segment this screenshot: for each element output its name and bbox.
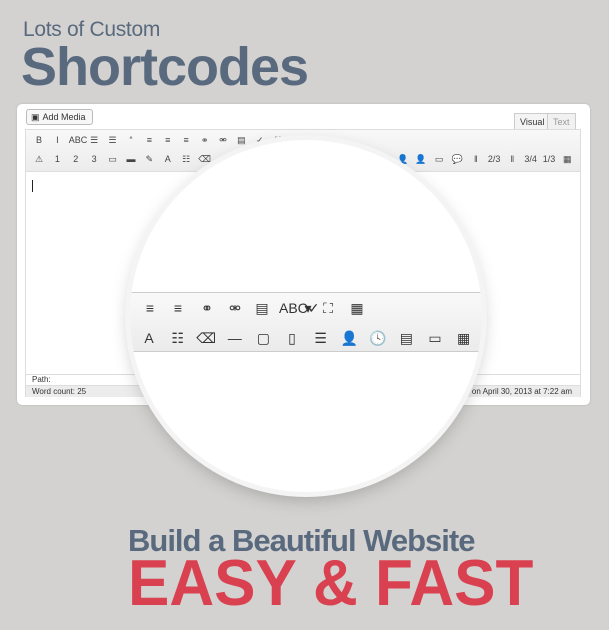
numbered-list-icon[interactable]: ☰ <box>106 134 120 146</box>
column-icon[interactable]: 1/3 <box>542 153 556 165</box>
tab-text[interactable]: Text <box>547 113 576 129</box>
eraser-icon[interactable]: ⌫ <box>195 329 217 347</box>
column-half-icon[interactable]: ‖ <box>469 153 483 165</box>
add-media-label: Add Media <box>42 112 86 122</box>
magnifier-circle: ≡ ≡ ⚭ ⚮ ▤ ABC✓ ▾ ⛶ ▦ A ☷ ⌫ — ▢ ▯ ☰ 👤 🕓 ▤ ▭ ▦ <box>130 140 482 492</box>
align-center-icon[interactable]: ≡ <box>139 299 161 317</box>
unlink-icon[interactable]: ⚮ <box>216 134 230 146</box>
align-right-icon[interactable]: ≡ <box>179 134 193 146</box>
text-box-icon[interactable]: A <box>161 153 175 165</box>
italic-icon[interactable]: I <box>50 134 64 146</box>
kitchen-sink-icon[interactable]: ▦ <box>346 299 368 317</box>
table-grid-icon[interactable]: ▦ <box>560 153 574 165</box>
add-media-button[interactable]: ▣ Add Media <box>26 109 93 125</box>
progress-bar-icon[interactable]: ▭ <box>424 329 446 347</box>
tagline-bottom: EASY & FAST <box>128 547 534 620</box>
tabs-icon[interactable]: ▢ <box>252 329 274 347</box>
column-half-icon[interactable]: ‖ <box>505 153 519 165</box>
shortcode-2-icon[interactable]: 2 <box>69 153 83 165</box>
list-icon[interactable]: ☷ <box>167 329 189 347</box>
column-icon[interactable]: 3/4 <box>524 153 538 165</box>
headline-large: Shortcodes <box>21 37 309 97</box>
more-tag-icon[interactable]: ▤ <box>234 134 248 146</box>
team-member-1-icon[interactable]: 👤 <box>396 153 410 165</box>
align-left-icon[interactable]: ≡ <box>142 134 156 146</box>
highlight-pencil-icon[interactable]: ✎ <box>142 153 156 165</box>
progress-bar-icon[interactable]: ▭ <box>432 153 446 165</box>
text-box-icon[interactable]: A <box>138 329 160 347</box>
documents-icon[interactable]: ▤ <box>395 329 417 347</box>
strikethrough-icon[interactable]: ABC <box>69 134 88 146</box>
column-icon[interactable]: 2/3 <box>487 153 501 165</box>
person-icon[interactable]: 👤 <box>338 329 360 347</box>
unlink-icon[interactable]: ⚮ <box>224 299 246 317</box>
bold-icon[interactable]: B <box>32 134 46 146</box>
bullet-list-icon[interactable]: ☰ <box>87 134 101 146</box>
horizontal-rule-icon[interactable]: — <box>224 329 246 347</box>
align-right-icon[interactable]: ≡ <box>167 299 189 317</box>
team-member-2-icon[interactable]: 👤 <box>414 153 428 165</box>
button-shortcode-icon[interactable]: ▭ <box>106 153 120 165</box>
sidebar-box-icon[interactable]: ▯ <box>281 329 303 347</box>
word-count: Word count: 25 <box>32 387 87 396</box>
eraser-icon[interactable]: ⌫ <box>198 153 212 165</box>
black-box-icon[interactable]: ▬ <box>124 153 138 165</box>
tab-visual[interactable]: Visual <box>514 113 551 129</box>
pricing-table-icon[interactable]: ▦ <box>453 329 475 347</box>
fullscreen-icon[interactable]: ⛶ <box>317 299 339 317</box>
list-icon[interactable]: ☷ <box>179 153 193 165</box>
tooltip-icon[interactable]: 💬 <box>451 153 465 165</box>
scheduled-icon[interactable]: 🕓 <box>367 329 389 347</box>
blockquote-icon[interactable]: “ <box>124 134 138 146</box>
text-caret <box>32 180 33 192</box>
link-icon[interactable]: ⚭ <box>196 299 218 317</box>
shortcode-3-icon[interactable]: 3 <box>87 153 101 165</box>
media-icon: ▣ <box>31 112 40 122</box>
warning-icon[interactable]: ⚠ <box>32 153 46 165</box>
stacked-boxes-icon[interactable]: ☰ <box>310 329 332 347</box>
dropdown-arrow-icon[interactable]: ▾ <box>297 299 319 317</box>
align-center-icon[interactable]: ≡ <box>161 134 175 146</box>
more-tag-icon[interactable]: ▤ <box>251 299 273 317</box>
link-icon[interactable]: ⚭ <box>198 134 212 146</box>
last-edited: min on April 30, 2013 at 7:22 am <box>456 387 572 396</box>
magnified-toolbar: ≡ ≡ ⚭ ⚮ ▤ ABC✓ ▾ ⛶ ▦ A ☷ ⌫ — ▢ ▯ ☰ 👤 🕓 ▤ ▭ ▦ <box>130 292 482 352</box>
shortcode-1-icon[interactable]: 1 <box>50 153 64 165</box>
